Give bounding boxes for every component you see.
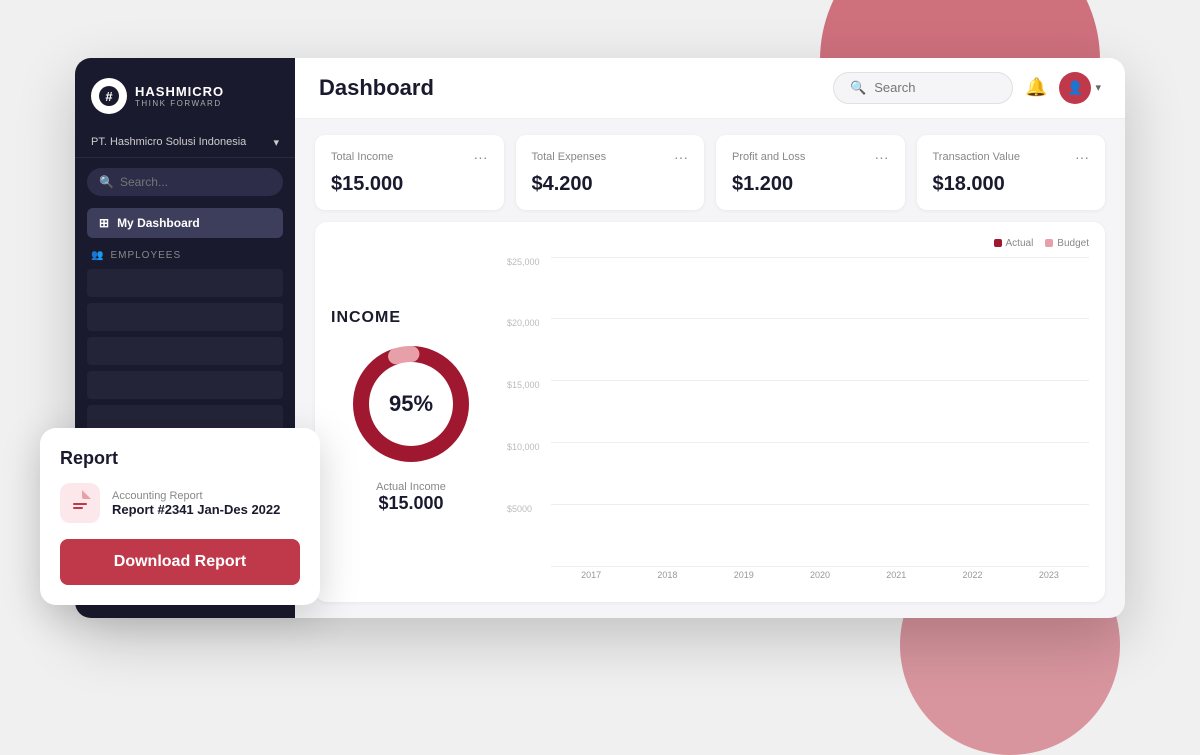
- actual-income-value: $15.000: [378, 493, 443, 514]
- company-selector[interactable]: PT. Hashmicro Solusi Indonesia ▾: [75, 128, 295, 158]
- sidebar-menu-item-2[interactable]: [87, 303, 283, 331]
- stat-card-2: Profit and Loss ··· $1.200: [716, 135, 905, 210]
- employees-icon: 👥: [91, 250, 104, 261]
- stat-more-1[interactable]: ···: [674, 149, 688, 165]
- chart-legend: Actual Budget: [507, 238, 1089, 249]
- actual-income-label: Actual Income: [376, 481, 446, 493]
- stat-card-0: Total Income ··· $15.000: [315, 135, 504, 210]
- header-search-bar[interactable]: 🔍: [833, 72, 1013, 104]
- report-item: Accounting Report Report #2341 Jan-Des 2…: [60, 483, 300, 523]
- stat-value-0: $15.000: [331, 173, 488, 196]
- stat-label-1: Total Expenses: [532, 151, 607, 163]
- x-label-2020: 2020: [784, 570, 856, 586]
- sidebar-menu-item-1[interactable]: [87, 269, 283, 297]
- income-section: INCOME 95% Actual Inc: [315, 222, 1105, 602]
- report-info: Accounting Report Report #2341 Jan-Des 2…: [112, 490, 280, 517]
- avatar: 👤: [1059, 72, 1091, 104]
- legend-actual-label: Actual: [1006, 238, 1034, 249]
- search-icon: 🔍: [99, 175, 114, 189]
- stat-more-0[interactable]: ···: [474, 149, 488, 165]
- search-icon: 🔍: [850, 80, 866, 96]
- stat-label-2: Profit and Loss: [732, 151, 805, 163]
- chart-area: $25,000 $20,000 $15,000 $10,000 $5000: [507, 257, 1089, 586]
- y-label-10k: $10,000: [507, 442, 545, 452]
- stat-label-0: Total Income: [331, 151, 393, 163]
- logo-name: HASHMICRO: [135, 84, 224, 99]
- y-label-15k: $15,000: [507, 380, 545, 390]
- stat-header-2: Profit and Loss ···: [732, 149, 889, 165]
- header: Dashboard 🔍 🔔 👤 ▾: [295, 58, 1125, 119]
- stat-value-2: $1.200: [732, 173, 889, 196]
- sidebar-search-box[interactable]: 🔍: [87, 168, 283, 196]
- legend-budget: Budget: [1045, 238, 1089, 249]
- stat-card-1: Total Expenses ··· $4.200: [516, 135, 705, 210]
- svg-text:#: #: [105, 89, 113, 104]
- x-label-2023: 2023: [1013, 570, 1085, 586]
- stats-row: Total Income ··· $15.000 Total Expenses …: [295, 119, 1125, 222]
- legend-actual: Actual: [994, 238, 1034, 249]
- report-name: Report #2341 Jan-Des 2022: [112, 502, 280, 517]
- donut-percent: 95%: [389, 391, 433, 417]
- page-title: Dashboard: [319, 75, 434, 101]
- donut-center: 95%: [389, 391, 433, 417]
- sidebar-menu-item-3[interactable]: [87, 337, 283, 365]
- y-label-25k: $25,000: [507, 257, 545, 267]
- sidebar-logo: # HASHMICRO THINK FORWARD: [75, 58, 295, 128]
- x-label-2019: 2019: [708, 570, 780, 586]
- dashboard-icon: ⊞: [99, 216, 109, 230]
- report-card: Report Accounting Report Report #2341 Ja…: [40, 428, 320, 605]
- company-name: PT. Hashmicro Solusi Indonesia: [91, 136, 246, 148]
- donut-chart: 95%: [346, 339, 476, 469]
- legend-budget-dot: [1045, 239, 1053, 247]
- x-label-2017: 2017: [555, 570, 627, 586]
- header-right: 🔍 🔔 👤 ▾: [833, 72, 1101, 104]
- employees-section: 👥 EMPLOYEES: [75, 250, 295, 439]
- report-card-title: Report: [60, 448, 300, 469]
- stat-label-3: Transaction Value: [933, 151, 1020, 163]
- income-bar-chart: Actual Budget $25,000 $20,000 $15,000: [507, 238, 1089, 586]
- user-menu[interactable]: 👤 ▾: [1059, 72, 1101, 104]
- y-label-20k: $20,000: [507, 318, 545, 328]
- stat-header-1: Total Expenses ···: [532, 149, 689, 165]
- stat-header-0: Total Income ···: [331, 149, 488, 165]
- user-chevron-down-icon: ▾: [1095, 81, 1101, 94]
- header-search-input[interactable]: [874, 80, 996, 95]
- logo-tagline: THINK FORWARD: [135, 99, 224, 108]
- stat-value-3: $18.000: [933, 173, 1090, 196]
- stat-card-3: Transaction Value ··· $18.000: [917, 135, 1106, 210]
- stat-more-2[interactable]: ···: [875, 149, 889, 165]
- legend-budget-label: Budget: [1057, 238, 1089, 249]
- x-label-2021: 2021: [860, 570, 932, 586]
- logo-icon: #: [91, 78, 127, 114]
- download-report-button[interactable]: Download Report: [60, 539, 300, 585]
- report-type: Accounting Report: [112, 490, 280, 502]
- sidebar-menu-item-4[interactable]: [87, 371, 283, 399]
- income-left: INCOME 95% Actual Inc: [331, 238, 491, 586]
- my-dashboard-item[interactable]: ⊞ My Dashboard: [87, 208, 283, 238]
- income-title: INCOME: [331, 309, 401, 327]
- stat-header-3: Transaction Value ···: [933, 149, 1090, 165]
- main-content: Dashboard 🔍 🔔 👤 ▾ Total Income ···: [295, 58, 1125, 618]
- stat-more-3[interactable]: ···: [1075, 149, 1089, 165]
- legend-actual-dot: [994, 239, 1002, 247]
- sidebar-search-input[interactable]: [120, 175, 271, 189]
- my-dashboard-label: My Dashboard: [117, 216, 200, 230]
- chevron-down-icon: ▾: [273, 136, 279, 149]
- x-label-2022: 2022: [936, 570, 1008, 586]
- bell-icon[interactable]: 🔔: [1025, 77, 1047, 98]
- employees-label: 👥 EMPLOYEES: [87, 250, 283, 261]
- y-label-5k: $5000: [507, 504, 545, 514]
- stat-value-1: $4.200: [532, 173, 689, 196]
- x-label-2018: 2018: [631, 570, 703, 586]
- logo-text: HASHMICRO THINK FORWARD: [135, 84, 224, 108]
- report-file-icon: [60, 483, 100, 523]
